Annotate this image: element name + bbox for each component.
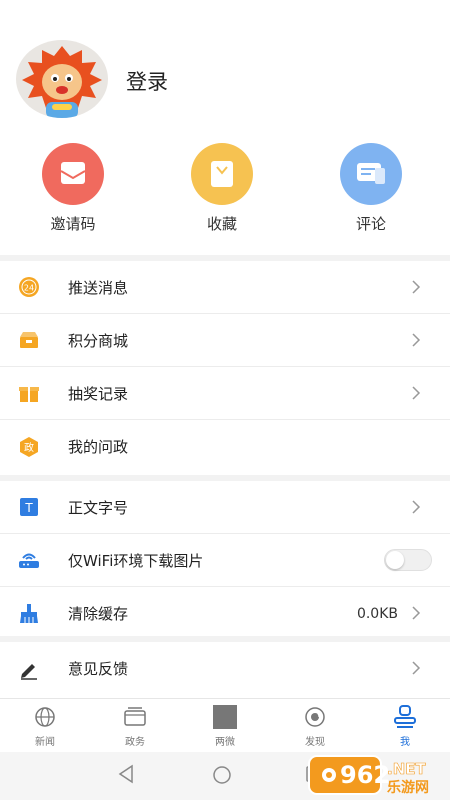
globe-icon (35, 707, 55, 727)
menu-item-label: 正文字号 (68, 498, 129, 517)
avatar[interactable] (16, 40, 108, 118)
menu-item-lottery-records[interactable]: 抽奖记录 (0, 367, 450, 420)
bottom-tab-bar: 新闻 政务 两微 发现 我 (0, 698, 450, 752)
svg-text:政: 政 (24, 441, 34, 454)
tab-me[interactable]: 我 (360, 699, 450, 752)
svg-text:24: 24 (24, 284, 34, 293)
favorites-button[interactable]: 收藏 (162, 143, 282, 234)
invite-code-label: 邀请码 (50, 215, 96, 233)
politics-badge-icon: 政 (17, 435, 41, 459)
menu-item-label: 推送消息 (68, 278, 129, 297)
chevron-right-icon (412, 386, 421, 400)
menu-group-account: 24 推送消息 积分商城 抽奖记录 政 我的问政 (0, 261, 450, 475)
menu-item-label: 仅WiFi环境下载图片 (68, 551, 204, 570)
bookmark-icon (191, 143, 253, 205)
login-link[interactable]: 登录 (126, 66, 168, 96)
svg-text:T: T (24, 501, 33, 515)
user-icon (394, 705, 416, 728)
menu-item-points-mall[interactable]: 积分商城 (0, 314, 450, 367)
back-icon[interactable] (117, 764, 135, 784)
chevron-right-icon (412, 333, 421, 347)
site-watermark: 962 .NET 乐游网 (307, 752, 450, 798)
tab-two-micro[interactable]: 两微 (180, 699, 270, 752)
menu-item-label: 我的问政 (68, 438, 129, 456)
menu-item-font-size[interactable]: T 正文字号 (0, 481, 450, 534)
menu-item-label: 积分商城 (68, 331, 129, 350)
chevron-right-icon (412, 280, 421, 294)
svg-text:962: 962 (340, 761, 390, 789)
menu-item-push-messages[interactable]: 24 推送消息 (0, 261, 450, 314)
broom-icon (17, 602, 41, 626)
chevron-right-icon (412, 500, 421, 514)
toggle-knob (386, 551, 404, 569)
comments-label: 评论 (355, 215, 386, 233)
chevron-right-icon (412, 661, 421, 675)
comment-icon (340, 143, 402, 205)
menu-item-wifi-only-images: 仅WiFi环境下载图片 (0, 534, 450, 587)
tab-label: 发现 (305, 737, 325, 748)
favorites-label: 收藏 (206, 215, 237, 233)
tab-government[interactable]: 政务 (90, 699, 180, 752)
tab-discover[interactable]: 发现 (270, 699, 360, 752)
tab-label: 新闻 (35, 737, 55, 748)
gift-icon (17, 381, 41, 405)
cache-size-value: 0.0KB (356, 605, 398, 622)
chevron-right-icon (412, 606, 421, 620)
envelope-icon (42, 143, 104, 205)
menu-group-feedback: 意见反馈 (0, 642, 450, 698)
menu-item-label: 意见反馈 (68, 660, 129, 678)
push-24-icon: 24 (17, 275, 41, 299)
tab-news[interactable]: 新闻 (0, 699, 90, 752)
discover-icon (305, 707, 325, 727)
wifi-only-toggle[interactable] (384, 549, 432, 571)
menu-group-settings: T 正文字号 仅WiFi环境下载图片 清除缓存 0.0KB (0, 481, 450, 636)
points-mall-icon (17, 328, 41, 352)
tab-label: 政务 (125, 737, 145, 748)
pen-icon (17, 657, 41, 681)
home-icon[interactable] (211, 764, 233, 786)
tab-label: 我 (400, 737, 410, 748)
svg-text:.NET: .NET (387, 760, 426, 778)
square-icon (213, 705, 237, 729)
svg-text:乐游网: 乐游网 (387, 779, 429, 796)
menu-item-my-politics[interactable]: 政 我的问政 (0, 420, 450, 473)
menu-item-label: 抽奖记录 (68, 384, 129, 403)
menu-item-label: 清除缓存 (68, 605, 129, 623)
tab-label: 两微 (215, 737, 235, 748)
comments-button[interactable]: 评论 (311, 143, 431, 234)
invite-code-button[interactable]: 邀请码 (13, 143, 133, 234)
menu-item-clear-cache[interactable]: 清除缓存 0.0KB (0, 587, 450, 640)
font-size-icon: T (17, 495, 41, 519)
menu-item-feedback[interactable]: 意见反馈 (0, 642, 450, 695)
router-icon (17, 548, 41, 572)
profile-section: 登录 邀请码 收藏 评论 (0, 0, 450, 255)
folder-icon (124, 707, 146, 726)
